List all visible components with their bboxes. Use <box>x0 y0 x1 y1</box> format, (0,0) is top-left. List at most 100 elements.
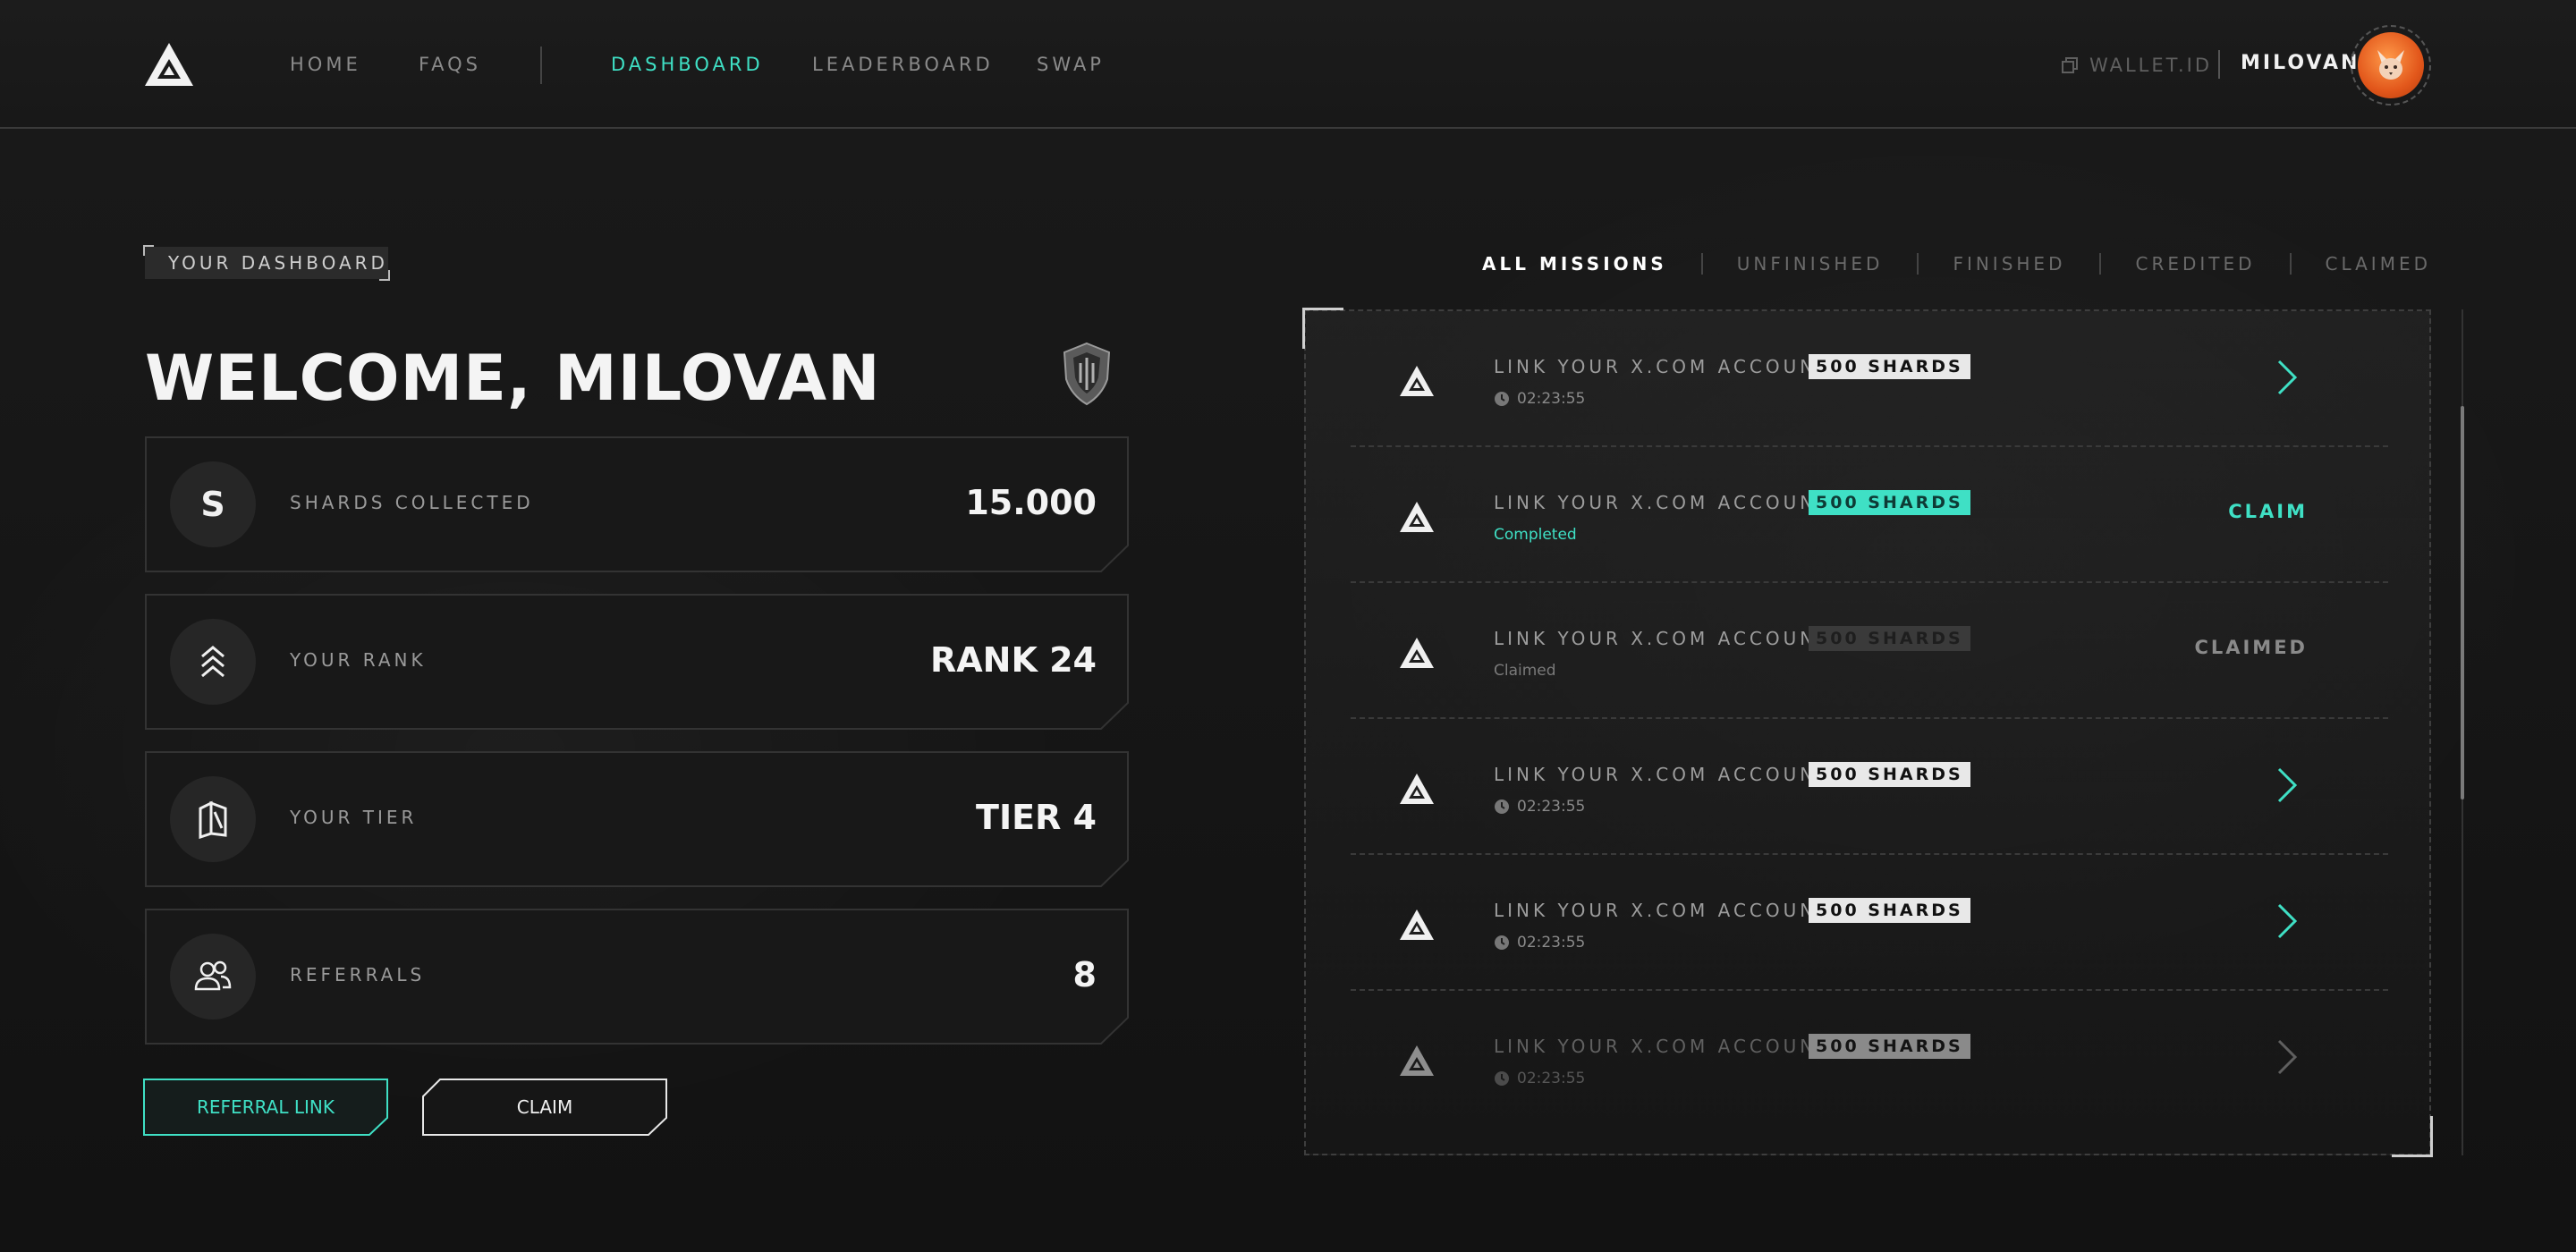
mission-title: LINK YOUR X.COM ACCOUNT <box>1494 356 1832 377</box>
stat-label: REFERRALS <box>290 964 426 986</box>
wallet-id-label: WALLET.ID <box>2089 55 2213 76</box>
mission-tabs: ALL MISSIONS UNFINISHED FINISHED CREDITE… <box>1482 250 2431 277</box>
tab-unfinished[interactable]: UNFINISHED <box>1737 253 1884 275</box>
chevron-right-icon[interactable] <box>2275 358 2299 397</box>
mission-title: LINK YOUR X.COM ACCOUNT <box>1494 492 1832 513</box>
tab-finished[interactable]: FINISHED <box>1953 253 2065 275</box>
mission-logo-icon <box>1400 909 1434 940</box>
mission-timer: 02:23:55 <box>1494 934 1585 952</box>
shards-badge: 500 SHARDS <box>1809 1034 1970 1059</box>
stat-value: RANK 24 <box>929 640 1097 680</box>
stat-label: YOUR TIER <box>290 807 418 828</box>
stat-value: TIER 4 <box>976 798 1097 837</box>
mission-logo-icon <box>1400 502 1434 532</box>
tab-separator <box>1700 253 1703 275</box>
mission-status: Claimed <box>1494 662 1556 680</box>
dashboard-tag: YOUR DASHBOARD <box>143 245 390 281</box>
mission-title: LINK YOUR X.COM ACCOUNT <box>1494 764 1832 785</box>
shards-icon: S <box>170 461 256 547</box>
stat-label: SHARDS COLLECTED <box>290 492 534 513</box>
mission-claimed-label: CLAIMED <box>2194 637 2308 658</box>
wallet-divider <box>2218 50 2220 79</box>
rank-chevrons-icon <box>170 619 256 705</box>
referral-link-button[interactable]: REFERRAL LINK <box>143 1079 388 1136</box>
mission-sub-text: 02:23:55 <box>1517 1070 1586 1087</box>
mission-logo-icon <box>1400 1045 1434 1076</box>
shards-badge: 500 SHARDS <box>1809 490 1970 515</box>
mission-title: LINK YOUR X.COM ACCOUNT <box>1494 628 1832 649</box>
mission-row[interactable]: LINK YOUR X.COM ACCOUNT 500 SHARDS Claim… <box>1351 583 2388 719</box>
mission-row[interactable]: LINK YOUR X.COM ACCOUNT 500 SHARDS 02:23… <box>1351 855 2388 991</box>
dashboard-tag-label: YOUR DASHBOARD <box>168 252 388 274</box>
mission-sub-text: 02:23:55 <box>1517 390 1586 408</box>
shards-badge: 500 SHARDS <box>1809 762 1970 787</box>
mission-sub-text: 02:23:55 <box>1517 798 1586 816</box>
tab-separator <box>2289 253 2292 275</box>
stat-value: 15.000 <box>965 483 1097 522</box>
chevron-right-icon[interactable] <box>2275 901 2299 941</box>
shards-badge: 500 SHARDS <box>1809 354 1970 379</box>
tab-separator <box>1917 253 1919 275</box>
mission-status: Completed <box>1494 526 1577 544</box>
mission-logo-icon <box>1400 774 1434 804</box>
tab-all-missions[interactable]: ALL MISSIONS <box>1482 253 1667 275</box>
chevron-right-icon[interactable] <box>2275 766 2299 805</box>
shards-badge: 500 SHARDS <box>1809 898 1970 923</box>
missions-panel: LINK YOUR X.COM ACCOUNT 500 SHARDS 02:23… <box>1304 309 2431 1155</box>
mission-claim-button[interactable]: CLAIM <box>2228 501 2308 522</box>
clock-icon <box>1495 799 1509 814</box>
page: HOME FAQS DASHBOARD LEADERBOARD SWAP WAL… <box>0 0 2576 1252</box>
stat-card-referrals: REFERRALS 8 <box>145 909 1129 1045</box>
tab-claimed[interactable]: CLAIMED <box>2326 253 2431 275</box>
clock-icon <box>1495 935 1509 950</box>
nav-swap-link[interactable]: SWAP <box>1037 54 1105 75</box>
panel-corner <box>2392 1116 2433 1157</box>
mission-timer: 02:23:55 <box>1494 1070 1585 1087</box>
mission-title: LINK YOUR X.COM ACCOUNT <box>1494 900 1832 921</box>
chevron-right-icon[interactable] <box>2275 1037 2299 1077</box>
stat-value: 8 <box>1072 955 1097 994</box>
panel-corner <box>1302 308 1343 349</box>
mission-timer: 02:23:55 <box>1494 390 1585 408</box>
nav-home-link[interactable]: HOME <box>290 54 361 75</box>
mission-row[interactable]: LINK YOUR X.COM ACCOUNT 500 SHARDS 02:23… <box>1351 311 2388 447</box>
wallet-id-button[interactable]: WALLET.ID <box>2061 52 2212 79</box>
stat-card-rank: YOUR RANK RANK 24 <box>145 594 1129 730</box>
top-nav: HOME FAQS DASHBOARD LEADERBOARD SWAP WAL… <box>0 0 2576 129</box>
mission-row[interactable]: LINK YOUR X.COM ACCOUNT 500 SHARDS Compl… <box>1351 447 2388 583</box>
referral-link-label: REFERRAL LINK <box>197 1096 335 1118</box>
fox-avatar-icon <box>2358 32 2424 98</box>
nav-leaderboard-link[interactable]: LEADERBOARD <box>812 54 994 75</box>
page-title: WELCOME, MILOVAN <box>145 342 881 415</box>
username: MILOVAN <box>2241 52 2360 74</box>
mission-row[interactable]: LINK YOUR X.COM ACCOUNT 500 SHARDS 02:23… <box>1351 991 2388 1127</box>
tab-credited[interactable]: CREDITED <box>2135 253 2255 275</box>
avatar[interactable] <box>2351 25 2431 106</box>
tab-separator <box>2099 253 2102 275</box>
users-icon <box>170 934 256 1019</box>
stat-card-tier: YOUR TIER TIER 4 <box>145 751 1129 887</box>
shards-badge: 500 SHARDS <box>1809 626 1970 651</box>
clock-icon <box>1495 392 1509 406</box>
shield-emblem-icon <box>1063 342 1111 406</box>
claim-label: CLAIM <box>516 1096 573 1118</box>
nav-faqs-link[interactable]: FAQS <box>419 54 481 75</box>
mission-logo-icon <box>1400 366 1434 396</box>
stat-card-shards: S SHARDS COLLECTED 15.000 <box>145 436 1129 572</box>
mission-logo-icon <box>1400 638 1434 668</box>
scrollbar-thumb[interactable] <box>2461 406 2464 799</box>
mission-row[interactable]: LINK YOUR X.COM ACCOUNT 500 SHARDS 02:23… <box>1351 719 2388 855</box>
stat-label: YOUR RANK <box>290 649 427 671</box>
mission-sub-text: Completed <box>1494 526 1577 544</box>
mission-sub-text: Claimed <box>1494 662 1556 680</box>
mission-sub-text: 02:23:55 <box>1517 934 1586 952</box>
claim-button[interactable]: CLAIM <box>422 1079 667 1136</box>
brand-logo-icon[interactable] <box>143 41 195 88</box>
copy-icon <box>2062 57 2078 73</box>
mission-timer: 02:23:55 <box>1494 798 1585 816</box>
mission-title: LINK YOUR X.COM ACCOUNT <box>1494 1036 1832 1057</box>
clock-icon <box>1495 1071 1509 1086</box>
nav-dashboard-link[interactable]: DASHBOARD <box>611 54 764 75</box>
nav-divider <box>540 47 542 84</box>
tier-cube-icon <box>170 776 256 862</box>
